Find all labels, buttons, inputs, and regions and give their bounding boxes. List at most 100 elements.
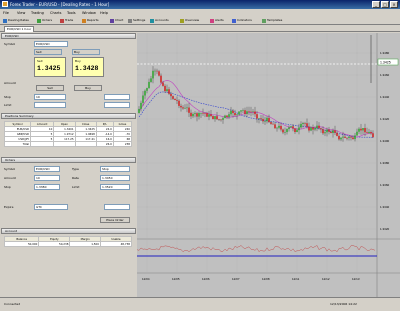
place-order-button[interactable]: Place Order <box>100 217 130 223</box>
table-row[interactable]: Total 26.0 238 <box>3 141 133 147</box>
time-tick-label: 12/06 <box>202 277 210 281</box>
toolbar-reports[interactable]: Reports <box>82 18 99 24</box>
candle-body <box>312 127 314 130</box>
candle-body <box>196 113 198 117</box>
amount-label: Amount <box>4 81 16 85</box>
tab-chart[interactable]: EUR/USD 1 hour <box>4 26 35 32</box>
toolbar-trade[interactable]: Trade <box>60 18 73 24</box>
trade-icon <box>60 19 64 23</box>
close-button[interactable]: × <box>390 1 398 8</box>
candle-body <box>340 137 342 140</box>
candle-body <box>326 129 328 133</box>
candle-body <box>272 123 274 125</box>
candle-body <box>358 128 360 132</box>
candle-body <box>188 107 190 113</box>
candle-body <box>218 119 220 120</box>
candle-body <box>254 111 256 115</box>
sell-price-box[interactable]: Sell 1.3425 <box>34 57 66 77</box>
candle-body <box>344 136 346 138</box>
candle-body <box>346 137 348 139</box>
sell-price: 1.3425 <box>37 65 61 72</box>
candle-body <box>270 122 272 124</box>
candle-body <box>232 110 234 114</box>
candle-body <box>170 93 172 97</box>
account-table: Balance Equity Margin Usable 50,000 50,238 1,… <box>3 236 133 247</box>
price-tick-label: 1.3440 <box>380 95 390 99</box>
menu-tools[interactable]: Tools <box>67 11 76 15</box>
candle-body <box>370 131 372 134</box>
order-stop-field[interactable]: 1.3380 <box>34 184 60 190</box>
limit-field[interactable] <box>104 94 130 100</box>
toolbar-alerts[interactable]: Alerts <box>210 18 224 24</box>
order-amount-field[interactable]: 10 <box>34 175 60 181</box>
menu-help[interactable]: Help <box>100 11 108 15</box>
order-symbol-select[interactable]: EUR/USD <box>34 166 60 172</box>
price-tick-label: 1.3400 <box>380 139 390 143</box>
order-limit-field[interactable]: 1.3520 <box>100 184 130 190</box>
buy-label-box: Buy <box>72 49 100 55</box>
buy-price: 1.3428 <box>75 65 99 72</box>
candle-body <box>220 119 222 121</box>
stop-field[interactable] <box>34 102 66 108</box>
menu-file[interactable]: File <box>3 11 9 15</box>
toolbar-orders[interactable]: Orders <box>37 18 52 24</box>
price-chart[interactable]: 1.3480 1.3460 1.3440 1.3420 1.3400 1.3380 1.33… <box>136 33 400 297</box>
menu-charts[interactable]: Charts <box>50 11 61 15</box>
maximize-button[interactable]: □ <box>381 1 389 8</box>
candle-body <box>362 128 364 131</box>
toolbar-indicators[interactable]: Indicators <box>232 18 252 24</box>
candle-body <box>208 114 210 117</box>
candle-body <box>314 128 316 130</box>
limit-field-2[interactable] <box>104 102 130 108</box>
order-rate-field[interactable]: 1.3450 <box>100 175 130 181</box>
status-time: 12/13/2006 14:22 <box>330 302 357 306</box>
candle-body <box>224 115 226 119</box>
panel-header: EUR/USD <box>1 33 136 39</box>
orders-header: Orders <box>1 157 136 163</box>
overview-icon <box>180 19 184 23</box>
indicator-icon <box>232 19 236 23</box>
candle-body <box>216 116 218 120</box>
minimize-button[interactable]: _ <box>372 1 380 8</box>
order-stop-label: Stop <box>4 185 11 189</box>
candle-body <box>268 117 270 123</box>
toolbar-templates[interactable]: Templates <box>262 18 282 24</box>
amount-field[interactable]: 10 <box>34 94 66 100</box>
menu-view[interactable]: View <box>17 11 25 15</box>
buy-price-box[interactable]: Buy 1.3428 <box>72 57 104 77</box>
toolbar-dealing-rates[interactable]: Dealing Rates <box>3 18 29 24</box>
candle-body <box>288 127 290 130</box>
table-row[interactable]: 50,000 50,238 1,500 48,738 <box>3 241 133 247</box>
buy-button[interactable]: Buy <box>74 85 102 91</box>
candle-body <box>152 70 154 79</box>
toolbar-settings[interactable]: Settings <box>128 18 145 24</box>
candle-body <box>310 127 312 131</box>
candle-body <box>180 105 182 108</box>
candle-body <box>318 125 320 129</box>
candle-body <box>350 136 352 138</box>
order-type-select[interactable]: Stop <box>100 166 130 172</box>
candle-body <box>356 131 358 136</box>
positions-header: Positions Summary <box>1 113 136 119</box>
candle-body <box>334 130 336 133</box>
candle-body <box>266 117 268 122</box>
candle-body <box>140 102 142 109</box>
candle-body <box>210 114 212 117</box>
order-extra-field[interactable] <box>104 204 130 210</box>
candle-body <box>336 132 338 136</box>
price-tick-label: 1.3480 <box>380 51 390 55</box>
menu-trading[interactable]: Trading <box>31 11 44 15</box>
candle-body <box>364 128 366 133</box>
sell-button[interactable]: Sell <box>36 85 64 91</box>
candle-body <box>300 123 302 128</box>
toolbar-overview[interactable]: Overview <box>180 18 199 24</box>
candle-body <box>198 113 200 117</box>
toolbar-accounts[interactable]: Accounts <box>150 18 169 24</box>
toolbar-chart[interactable]: Chart <box>110 18 123 24</box>
accounts-icon <box>150 19 154 23</box>
menu-window[interactable]: Window <box>82 11 96 15</box>
order-expire-field[interactable]: GTC <box>34 204 68 210</box>
symbol-label: Symbol <box>4 42 16 46</box>
symbol-select[interactable]: EUR/USD <box>34 41 68 47</box>
candle-body <box>330 131 332 133</box>
